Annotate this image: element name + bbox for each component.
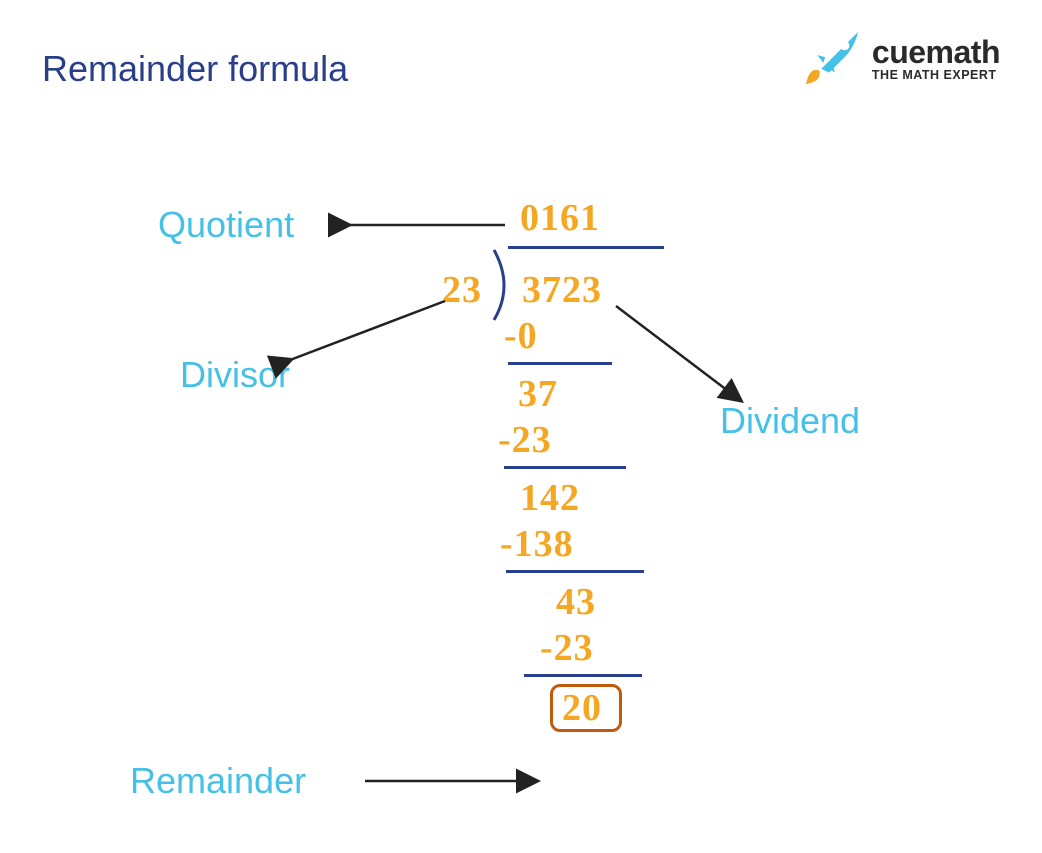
- arrow-remainder: [360, 766, 545, 796]
- arrow-divisor: [280, 295, 460, 375]
- dividend-value: 3723: [522, 268, 602, 312]
- step2-bring: 142: [520, 476, 580, 520]
- arrow-dividend: [610, 300, 760, 420]
- label-divisor: Divisor: [180, 354, 290, 396]
- label-quotient: Quotient: [158, 204, 294, 246]
- arrow-quotient: [340, 210, 510, 240]
- step2-line: [506, 570, 644, 573]
- step0-sub: -0: [504, 314, 538, 358]
- quotient-value: 0161: [520, 196, 600, 240]
- step2-sub: -138: [500, 522, 574, 566]
- label-remainder: Remainder: [130, 760, 306, 802]
- logo-brand-text: cuemath: [872, 36, 1000, 70]
- division-arc: [490, 248, 518, 324]
- page-title: Remainder formula: [42, 48, 348, 90]
- quotient-underline: [508, 246, 664, 249]
- rocket-icon: [800, 28, 862, 90]
- step3-line: [524, 674, 642, 677]
- remainder-highlight-box: [550, 684, 622, 732]
- step1-line: [504, 466, 626, 469]
- logo-tagline-text: THE MATH EXPERT: [872, 69, 1000, 82]
- step3-bring: 43: [556, 580, 596, 624]
- step0-line: [508, 362, 612, 365]
- step1-bring: 37: [518, 372, 558, 416]
- brand-logo: cuemath THE MATH EXPERT: [800, 28, 1000, 90]
- step1-sub: -23: [498, 418, 552, 462]
- step3-sub: -23: [540, 626, 594, 670]
